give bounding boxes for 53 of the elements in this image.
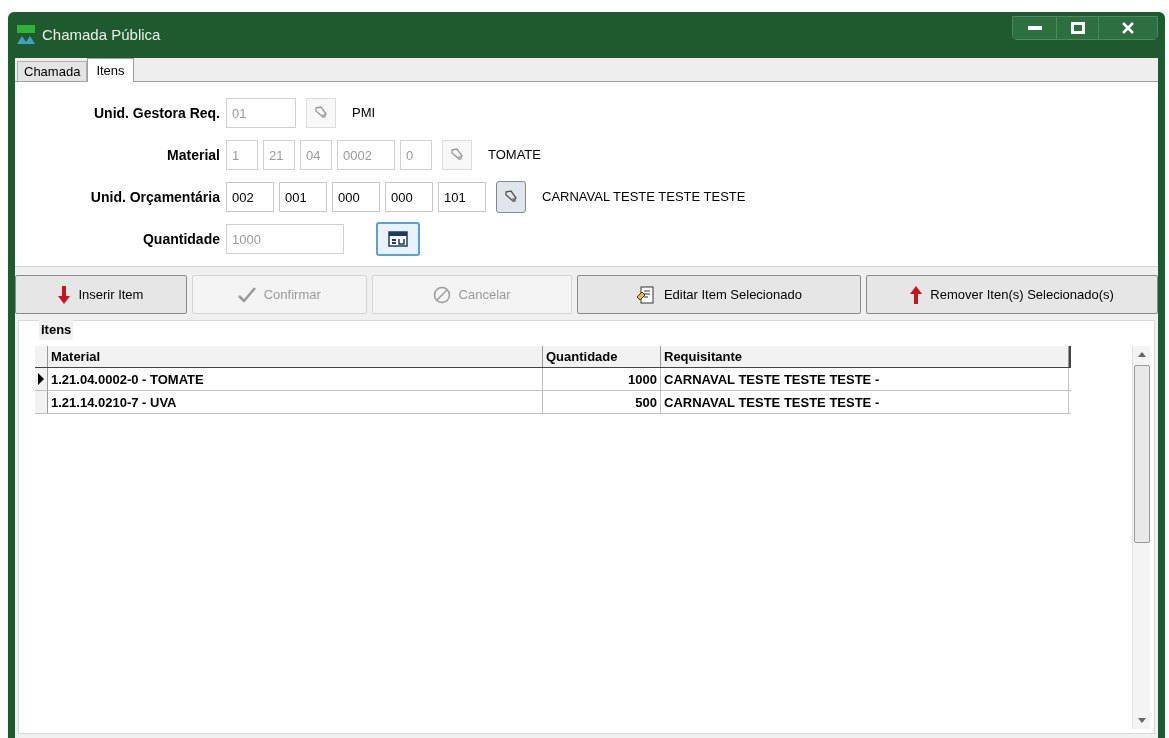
- field-description: PMI: [352, 104, 376, 123]
- tab[interactable]: Itens: [87, 58, 134, 82]
- input-field[interactable]: 001: [279, 182, 327, 212]
- input-field[interactable]: 000: [385, 182, 433, 212]
- document-edit-icon: [635, 284, 656, 305]
- lookup-button[interactable]: [496, 181, 526, 213]
- scroll-up-icon: [1137, 351, 1146, 357]
- close-icon: [1122, 22, 1134, 34]
- maximize-icon: [1070, 22, 1085, 34]
- flashlight-icon: [313, 105, 329, 121]
- minimize-button[interactable]: [1013, 17, 1057, 39]
- field-label: Quantidade: [142, 229, 221, 249]
- table-cell: CARNAVAL TESTE TESTE TESTE -: [661, 390, 1069, 413]
- table-cell: 1.21.14.0210-7 - UVA: [48, 390, 543, 413]
- table-cell: 1000: [543, 367, 661, 390]
- app-logo-icon: [16, 24, 36, 46]
- column-header[interactable]: Quantidade: [543, 345, 661, 367]
- action-button[interactable]: Remover Iten(s) Selecionado(s): [866, 275, 1158, 314]
- field-label: Material: [166, 145, 221, 165]
- window-title: Chamada Pública: [42, 24, 161, 45]
- scrollbar[interactable]: [1132, 345, 1150, 729]
- field-description: TOMATE: [488, 146, 541, 165]
- input-field[interactable]: 000: [332, 182, 380, 212]
- close-button[interactable]: [1099, 17, 1157, 39]
- cancel-icon: [432, 285, 451, 304]
- table-cell: 1.21.04.0002-0 - TOMATE: [48, 367, 543, 390]
- column-header[interactable]: Material: [48, 345, 543, 367]
- tab[interactable]: Chamada: [17, 61, 88, 81]
- field-label: Unid. Orçamentária: [89, 187, 221, 207]
- group-title: Itens: [39, 320, 74, 340]
- minimize-icon: [1027, 26, 1042, 30]
- current-row-icon: [38, 372, 44, 385]
- table-cell: 500: [543, 390, 661, 413]
- flashlight-icon: [449, 147, 465, 163]
- field-description: CARNAVAL TESTE TESTE TESTE: [542, 188, 746, 207]
- calculator-button[interactable]: [376, 222, 420, 256]
- table-cell: CARNAVAL TESTE TESTE TESTE -: [661, 367, 1069, 390]
- maximize-button[interactable]: [1057, 17, 1099, 39]
- checkmark-icon: [237, 286, 256, 303]
- scroll-down-icon: [1137, 718, 1146, 723]
- up-arrow-icon: [910, 285, 923, 304]
- input-field[interactable]: 101: [438, 182, 486, 212]
- column-header[interactable]: Requisitante: [661, 345, 1069, 367]
- input-field[interactable]: 002: [226, 182, 274, 212]
- action-button[interactable]: Editar Item Selecionado: [576, 275, 862, 314]
- flashlight-icon: [503, 189, 519, 205]
- row-indicator[interactable]: [35, 367, 48, 390]
- calculator-icon: [388, 231, 408, 247]
- action-button[interactable]: Inserir Item: [15, 275, 187, 314]
- scroll-thumb[interactable]: [1133, 364, 1150, 543]
- header-cell: [35, 345, 48, 367]
- field-label: Unid. Gestora Req.: [92, 103, 221, 123]
- down-arrow-icon: [58, 285, 71, 304]
